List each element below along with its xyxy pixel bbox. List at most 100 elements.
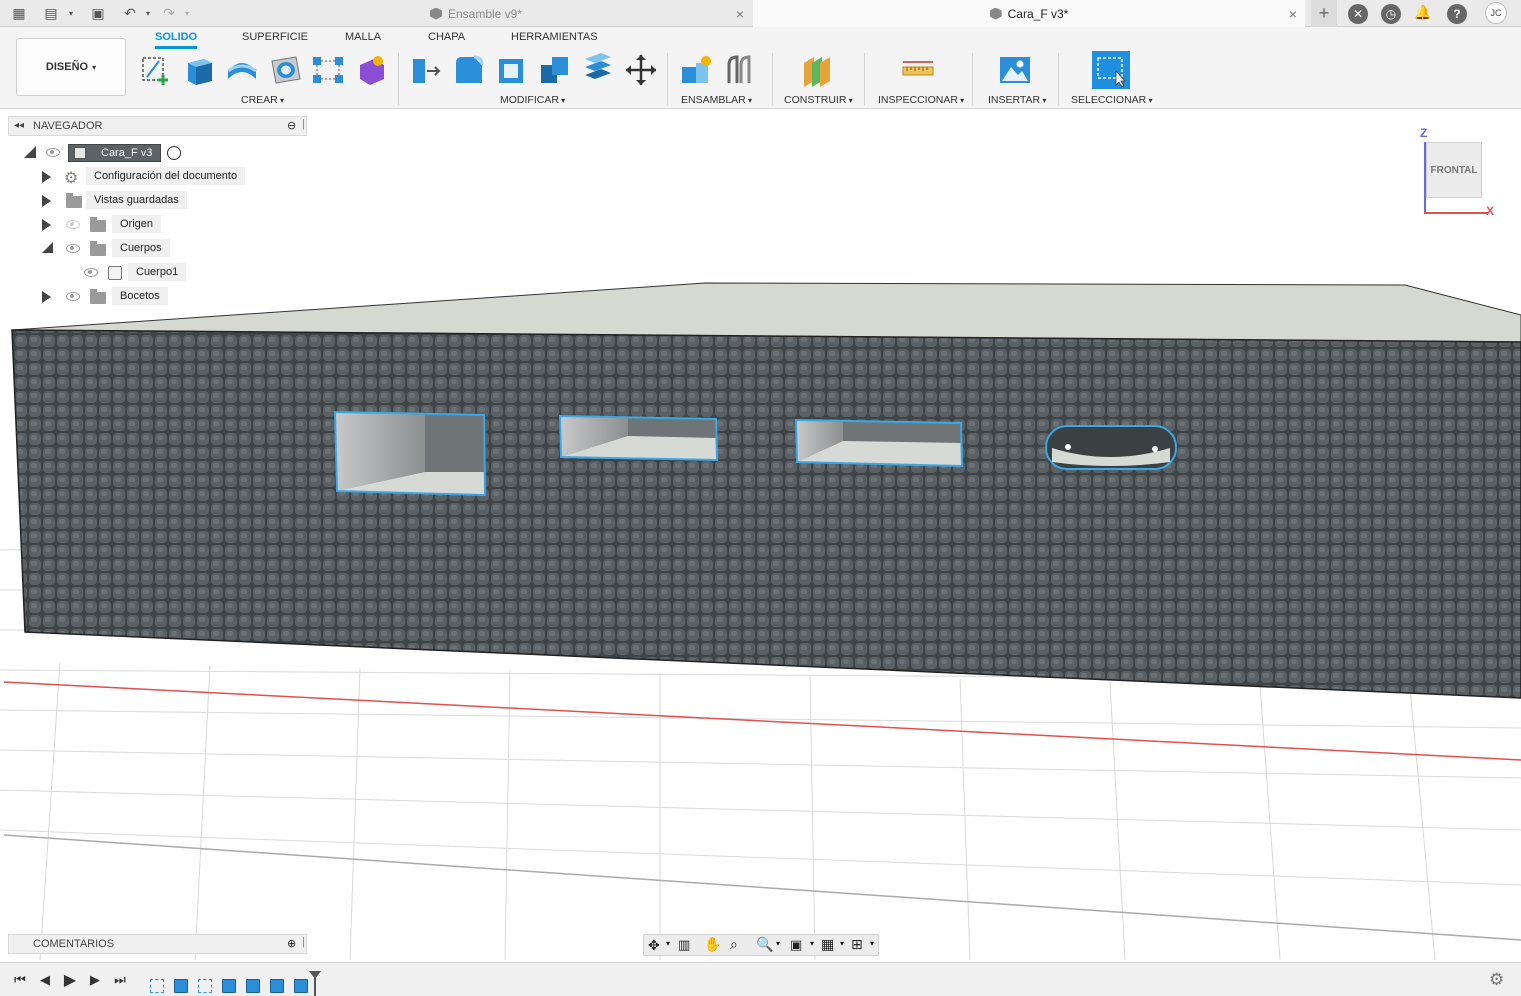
offset-face-icon[interactable] (581, 53, 615, 87)
revolve-icon[interactable] (225, 53, 259, 87)
file-dropdown-icon[interactable]: ▾ (62, 4, 80, 22)
timeline-extrude-step[interactable] (246, 979, 260, 993)
hidden-eye-icon[interactable] (66, 220, 80, 229)
tab-solido[interactable]: SOLIDO (155, 31, 198, 49)
visibility-eye-icon[interactable] (46, 148, 60, 157)
hole-icon[interactable] (268, 53, 302, 87)
chevron-down-icon[interactable]: ▾ (666, 939, 670, 948)
combine-icon[interactable] (538, 53, 572, 87)
play-icon[interactable]: ▶ (62, 972, 78, 989)
3d-viewport[interactable]: Z X FRONTAL (0, 110, 1521, 960)
new-tab-icon[interactable]: + (1311, 0, 1337, 27)
extensions-icon[interactable]: ✕ (1348, 4, 1368, 24)
timeline-sketch-step[interactable] (150, 979, 164, 993)
go-to-end-icon[interactable]: ⏭ (112, 972, 128, 988)
close-icon[interactable]: × (1289, 6, 1297, 22)
look-at-icon[interactable]: ▥ (678, 937, 690, 953)
window-opening-1[interactable] (333, 410, 487, 497)
new-component-icon[interactable] (680, 53, 714, 87)
chevron-down-icon[interactable]: ▾ (840, 939, 844, 948)
collapsed-triangle-icon[interactable] (42, 291, 51, 303)
tab-cara-f[interactable]: Cara_F v3* × (753, 0, 1305, 27)
go-to-start-icon[interactable]: ⏮ (12, 972, 28, 988)
visibility-eye-icon[interactable] (84, 268, 98, 277)
move-icon[interactable] (624, 53, 658, 87)
undo-icon[interactable]: ↶ (121, 4, 139, 22)
group-insertar[interactable]: INSERTAR (988, 94, 1046, 106)
activate-radio-icon[interactable] (167, 146, 181, 160)
close-icon[interactable]: × (736, 6, 744, 22)
tab-superficie[interactable]: SUPERFICIE (242, 31, 308, 43)
panel-resize-handle[interactable]: | (302, 936, 305, 948)
view-cube[interactable]: Z X FRONTAL (1418, 124, 1508, 220)
insert-image-icon[interactable] (998, 53, 1032, 87)
file-menu-icon[interactable]: ▤ (42, 4, 60, 22)
timeline-settings-gear-icon[interactable]: ⚙ (1489, 970, 1504, 990)
collapsed-triangle-icon[interactable] (42, 195, 51, 207)
group-ensamblar[interactable]: ENSAMBLAR (681, 94, 752, 106)
redo-dropdown-icon[interactable]: ▾ (178, 4, 196, 22)
undo-dropdown-icon[interactable]: ▾ (139, 4, 157, 22)
create-form-icon[interactable] (354, 53, 388, 87)
tab-chapa[interactable]: CHAPA (428, 31, 465, 43)
job-status-icon[interactable]: ◷ (1381, 4, 1401, 24)
timeline-extrude-step[interactable] (270, 979, 284, 993)
browser-root-node[interactable]: Cara_F v3 (24, 143, 194, 163)
create-sketch-icon[interactable] (139, 53, 173, 87)
expanded-triangle-icon[interactable] (42, 242, 53, 253)
expanded-triangle-icon[interactable] (24, 146, 36, 158)
window-opening-3[interactable] (794, 418, 964, 468)
visibility-eye-icon[interactable] (66, 292, 80, 301)
timeline-sketch-step[interactable] (198, 979, 212, 993)
shell-icon[interactable] (495, 53, 529, 87)
chevron-down-icon[interactable]: ▾ (870, 939, 874, 948)
tab-malla[interactable]: MALLA (345, 31, 381, 43)
panel-resize-handle[interactable]: | (302, 118, 305, 130)
panel-options-icon[interactable]: ⊖ (287, 119, 296, 132)
notifications-icon[interactable]: 🔔 (1414, 3, 1432, 21)
offset-plane-icon[interactable] (800, 53, 834, 87)
group-construir[interactable]: CONSTRUIR (784, 94, 853, 106)
tab-ensamble[interactable]: Ensamble v9* × (200, 0, 752, 27)
collapsed-triangle-icon[interactable] (42, 171, 51, 183)
redo-icon[interactable]: ↷ (160, 4, 178, 22)
comments-panel-header[interactable]: COMENTARIOS ⊕ | (8, 934, 307, 954)
visibility-eye-icon[interactable] (66, 244, 80, 253)
fit-icon[interactable]: 🔍 (756, 936, 773, 953)
app-grid-icon[interactable]: ▦ (10, 4, 28, 22)
help-icon[interactable]: ? (1447, 4, 1467, 24)
step-forward-icon[interactable]: ▶ (87, 972, 103, 988)
zoom-icon[interactable]: ⌕ (730, 936, 738, 953)
viewports-icon[interactable]: ⊞ (851, 936, 863, 953)
extrude-icon[interactable] (182, 53, 216, 87)
slot-opening-4[interactable] (1045, 425, 1177, 470)
add-comment-icon[interactable]: ⊕ (287, 937, 296, 950)
rectangular-pattern-icon[interactable] (311, 53, 345, 87)
front-wall-body[interactable] (11, 329, 1521, 699)
group-inspeccionar[interactable]: INSPECCIONAR (878, 94, 964, 106)
group-crear[interactable]: CREAR (241, 94, 284, 106)
collapsed-triangle-icon[interactable] (42, 219, 51, 231)
save-icon[interactable]: ▣ (89, 4, 107, 22)
timeline-extrude-step[interactable] (294, 979, 308, 993)
display-settings-icon[interactable]: ▣ (790, 937, 802, 953)
view-cube-front-face[interactable]: FRONTAL (1426, 142, 1482, 198)
window-opening-2[interactable] (558, 414, 719, 462)
measure-icon[interactable] (901, 53, 935, 87)
chevron-down-icon[interactable]: ▾ (810, 939, 814, 948)
tab-herramientas[interactable]: HERRAMIENTAS (511, 31, 598, 43)
scene-canvas[interactable] (0, 110, 1521, 960)
browser-panel-header[interactable]: ◂◂ NAVEGADOR ⊖ | (8, 116, 307, 136)
timeline-extrude-step[interactable] (222, 979, 236, 993)
avatar[interactable]: JC (1485, 2, 1507, 24)
fillet-icon[interactable] (452, 53, 486, 87)
chevron-down-icon[interactable]: ▾ (776, 939, 780, 948)
workspace-switcher[interactable]: DISEÑO ▾ (16, 38, 126, 96)
pan-icon[interactable]: ✋ (704, 936, 721, 953)
joint-icon[interactable] (723, 53, 757, 87)
step-back-icon[interactable]: ◀ (37, 972, 53, 988)
collapse-panel-icon[interactable]: ◂◂ (14, 120, 24, 131)
grid-settings-icon[interactable]: ▦ (821, 936, 834, 953)
group-modificar[interactable]: MODIFICAR (500, 94, 565, 106)
press-pull-icon[interactable] (409, 53, 443, 87)
